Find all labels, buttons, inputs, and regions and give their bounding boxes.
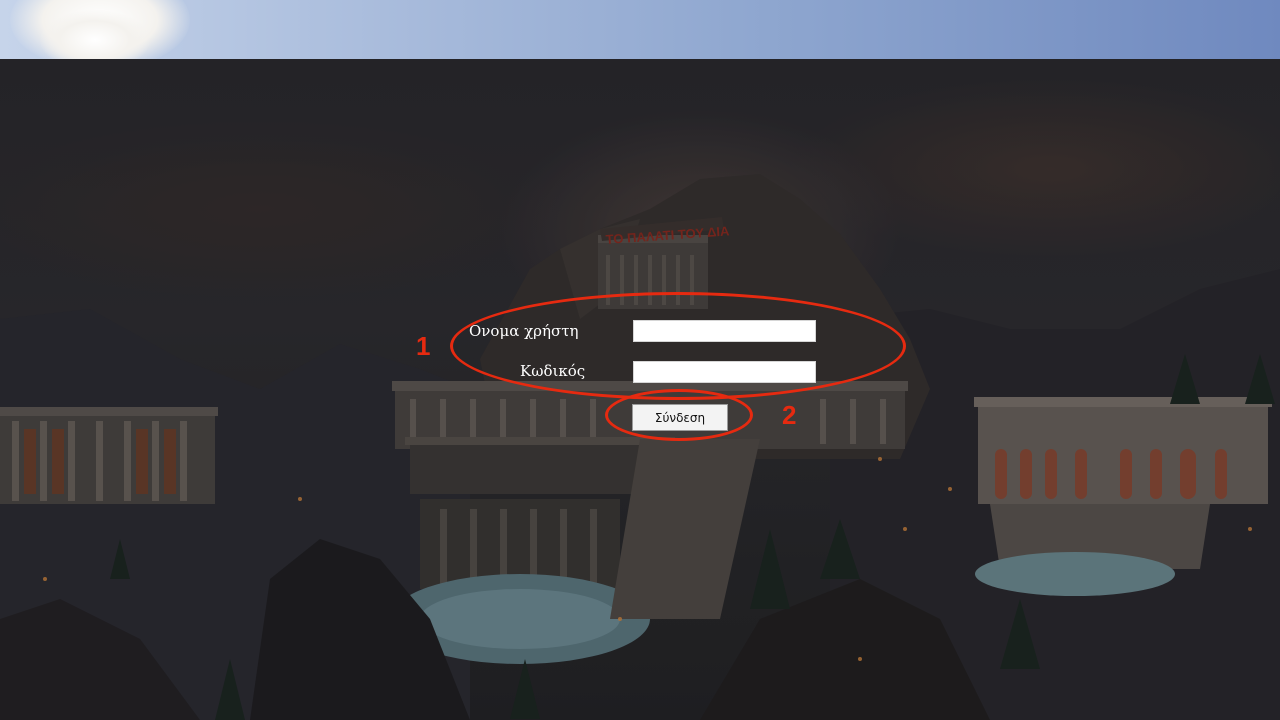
annotation-ellipse-login-button bbox=[605, 389, 753, 441]
annotation-number-1: 1 bbox=[416, 331, 431, 361]
annotation-number-2: 2 bbox=[782, 400, 797, 430]
annotation-ellipse-credentials bbox=[450, 292, 906, 400]
sky-strip bbox=[0, 0, 1280, 59]
